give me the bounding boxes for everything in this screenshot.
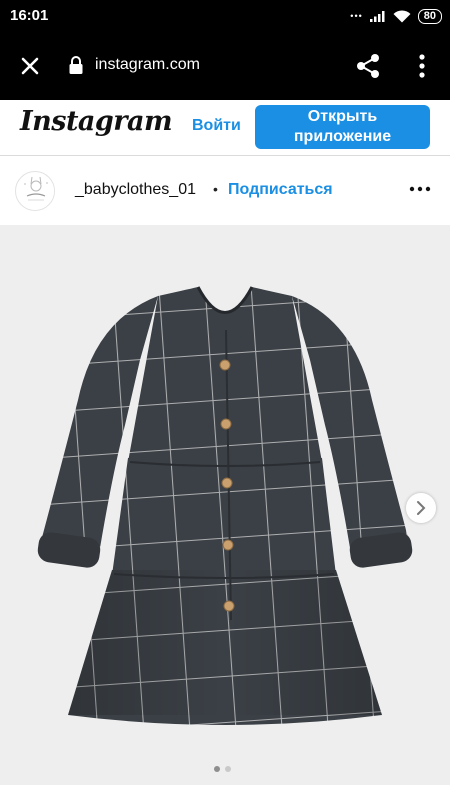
carousel-dot (225, 766, 231, 772)
status-bar: 16:01 ••• 80 (0, 0, 450, 32)
follow-button[interactable]: Подписаться (228, 181, 333, 199)
username-link[interactable]: _babyclothes_01 (75, 181, 196, 199)
signal-icon (369, 11, 385, 22)
open-app-label-line1: Открыть (307, 108, 378, 125)
dress-button (221, 477, 233, 489)
login-link[interactable]: Войти (192, 117, 241, 135)
dots-icon: ••• (350, 11, 363, 21)
post-image[interactable] (0, 225, 450, 785)
carousel-next-button[interactable] (406, 493, 436, 523)
wifi-icon (393, 9, 411, 22)
close-icon[interactable] (16, 52, 44, 80)
lock-icon (69, 56, 83, 74)
dress-button (223, 600, 235, 612)
post-header: _babyclothes_01 • Подписаться (0, 157, 450, 225)
url-text[interactable]: instagram.com (95, 56, 200, 74)
status-time: 16:01 (10, 7, 49, 24)
more-vertical-icon[interactable] (410, 51, 434, 81)
instagram-header: Instagram Войти Открыть приложение (0, 100, 450, 156)
dress-middle-tier (112, 453, 336, 575)
carousel-dot-active (214, 766, 220, 772)
bottom-strip (0, 785, 450, 800)
more-horizontal-icon[interactable] (408, 179, 432, 199)
open-app-button[interactable]: Открыть приложение (255, 105, 430, 149)
carousel-indicator (214, 766, 231, 772)
battery-icon: 80 (417, 8, 442, 24)
dress-button (219, 359, 231, 371)
avatar-logo (17, 173, 54, 210)
share-icon[interactable] (353, 51, 383, 81)
browser-toolbar: instagram.com (0, 32, 450, 100)
open-app-label-line2: приложение (293, 128, 392, 145)
instagram-logo[interactable]: Instagram (20, 106, 173, 137)
dress-button (220, 418, 232, 430)
status-icons: ••• 80 (350, 6, 442, 26)
avatar[interactable] (15, 171, 55, 211)
separator-dot: • (213, 181, 218, 197)
dress-button (222, 539, 234, 551)
chevron-right-icon (417, 501, 426, 515)
dress-illustration (37, 286, 413, 725)
